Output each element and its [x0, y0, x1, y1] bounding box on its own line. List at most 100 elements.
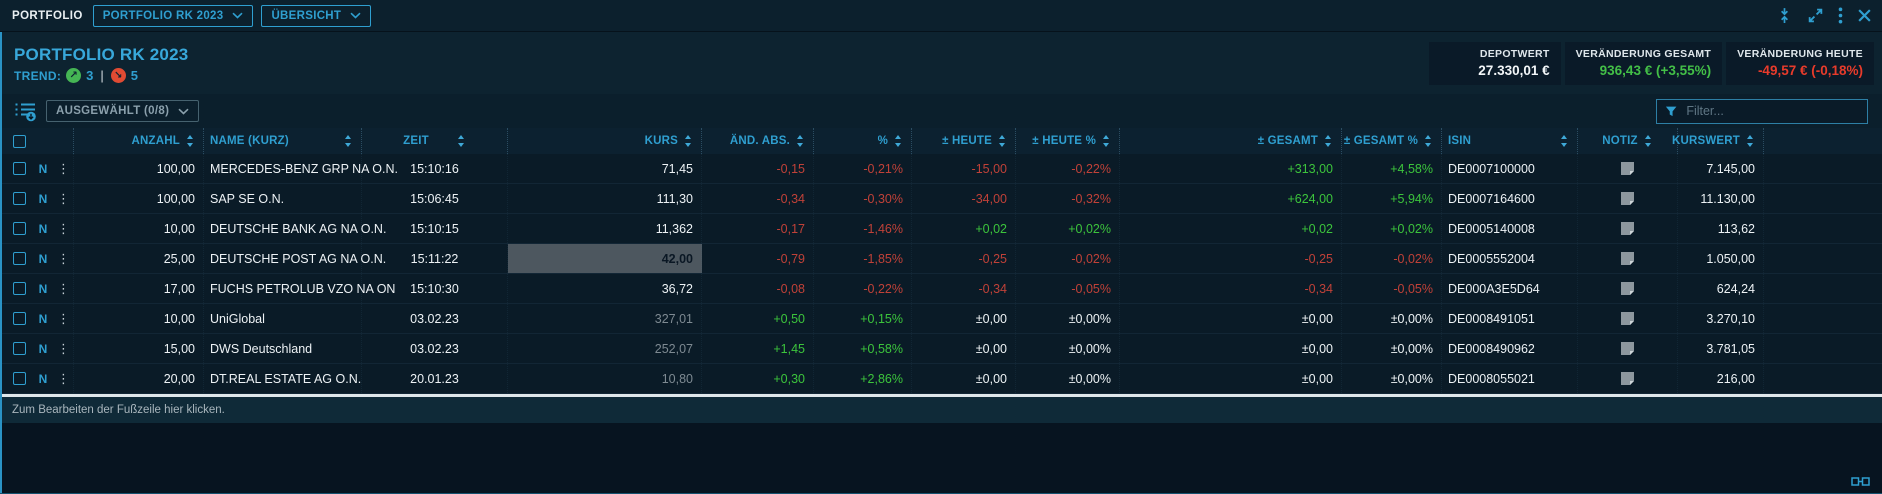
note-icon[interactable] — [1578, 244, 1678, 273]
column-header-anzahl[interactable]: ANZAHL — [74, 128, 204, 154]
linked-windows-icon[interactable] — [1851, 476, 1870, 487]
row-menu-button[interactable]: ⋮ — [48, 244, 74, 273]
cell-anzahl: 100,00 — [74, 154, 204, 183]
news-badge: N — [32, 184, 48, 213]
column-header-isin[interactable]: ISIN — [1442, 128, 1578, 154]
column-header-kurswert[interactable]: KURSWERT — [1678, 128, 1764, 154]
cell-kurs: 111,30 — [508, 184, 702, 213]
cell-zeit: 03.02.23 — [362, 304, 508, 333]
row-checkbox[interactable] — [13, 192, 26, 205]
column-header-label: ÄND. ABS. — [730, 135, 790, 147]
column-header-gesamt[interactable]: ± GESAMT — [1120, 128, 1342, 154]
column-header-label: KURS — [645, 135, 678, 147]
cell-gesamt: +313,00 — [1120, 154, 1342, 183]
cell-spacer — [1764, 184, 1882, 213]
selected-dropdown[interactable]: AUSGEWÄHLT (0/8) — [46, 100, 199, 122]
note-icon[interactable] — [1578, 184, 1678, 213]
row-menu-button[interactable]: ⋮ — [48, 274, 74, 303]
column-header-sel[interactable] — [2, 128, 32, 154]
row-menu-button[interactable]: ⋮ — [48, 154, 74, 183]
collapse-icon[interactable] — [1776, 7, 1793, 24]
table-row[interactable]: N⋮20,00DT.REAL ESTATE AG O.N.20.01.2310,… — [2, 364, 1882, 394]
view-select[interactable]: ÜBERSICHT — [261, 5, 371, 27]
column-header-pct[interactable]: % — [814, 128, 912, 154]
cell-name: DT.REAL ESTATE AG O.N. — [204, 364, 362, 393]
cell-heute: -34,00 — [912, 184, 1016, 213]
note-icon-glyph — [1621, 312, 1634, 325]
note-icon[interactable] — [1578, 334, 1678, 363]
column-header-heute[interactable]: ± HEUTE — [912, 128, 1016, 154]
cell-sel — [2, 304, 32, 333]
trend-summary: TREND: ↗ 3 | ↘ 5 — [14, 68, 188, 83]
filter-input[interactable] — [1684, 103, 1859, 119]
row-menu-button[interactable]: ⋮ — [48, 364, 74, 393]
column-header-aend_abs[interactable]: ÄND. ABS. — [702, 128, 814, 154]
cell-gesamt_pct: +4,58% — [1342, 154, 1442, 183]
table-row[interactable]: N⋮10,00DEUTSCHE BANK AG NA O.N.15:10:151… — [2, 214, 1882, 244]
stat-veraenderung-heute: VERÄNDERUNG HEUTE -49,57 € (-0,18%) — [1726, 42, 1874, 85]
overflow-menu-icon[interactable] — [1838, 7, 1843, 24]
note-icon[interactable] — [1578, 214, 1678, 243]
note-icon[interactable] — [1578, 154, 1678, 183]
table-row[interactable]: N⋮15,00DWS Deutschland03.02.23252,07+1,4… — [2, 334, 1882, 364]
note-icon[interactable] — [1578, 304, 1678, 333]
cell-spacer — [1764, 154, 1882, 183]
cell-gesamt_pct: ±0,00% — [1342, 334, 1442, 363]
table-row[interactable]: N⋮10,00UniGlobal03.02.23327,01+0,50+0,15… — [2, 304, 1882, 334]
cell-aend_abs: -0,17 — [702, 214, 814, 243]
row-menu-button[interactable]: ⋮ — [48, 304, 74, 333]
selection-list-icon[interactable] — [14, 101, 37, 122]
cell-gesamt_pct: -0,05% — [1342, 274, 1442, 303]
cell-spacer — [1764, 364, 1882, 393]
sort-icon — [1644, 135, 1653, 147]
news-badge: N — [32, 154, 48, 183]
trend-up-icon: ↗ — [66, 68, 81, 83]
row-checkbox[interactable] — [13, 252, 26, 265]
cell-pct: +0,15% — [814, 304, 912, 333]
column-header-name[interactable]: NAME (KURZ) — [204, 128, 362, 154]
trend-label: TREND: — [14, 69, 61, 83]
stat-label: DEPOTWERT — [1440, 48, 1550, 60]
cell-sel — [2, 154, 32, 183]
column-header-gesamt_pct[interactable]: ± GESAMT % — [1342, 128, 1442, 154]
column-header-kurs[interactable]: KURS — [508, 128, 702, 154]
row-checkbox[interactable] — [13, 312, 26, 325]
cell-heute: -0,25 — [912, 244, 1016, 273]
row-checkbox[interactable] — [13, 162, 26, 175]
expand-icon[interactable] — [1807, 7, 1824, 24]
row-checkbox[interactable] — [13, 372, 26, 385]
cell-pct: -1,46% — [814, 214, 912, 243]
window-title: PORTFOLIO — [12, 10, 83, 22]
note-icon[interactable] — [1578, 364, 1678, 393]
cell-heute_pct: ±0,00% — [1016, 364, 1120, 393]
column-header-heute_pct[interactable]: ± HEUTE % — [1016, 128, 1120, 154]
footer-edit-hint[interactable]: Zum Bearbeiten der Fußzeile hier klicken… — [2, 397, 1882, 423]
note-icon[interactable] — [1578, 274, 1678, 303]
stat-value: -49,57 € (-0,18%) — [1737, 63, 1863, 78]
table-row[interactable]: N⋮25,00DEUTSCHE POST AG NA O.N.15:11:224… — [2, 244, 1882, 274]
cell-kurswert: 113,62 — [1678, 214, 1764, 243]
row-checkbox[interactable] — [13, 282, 26, 295]
column-header-zeit[interactable]: ZEIT — [362, 128, 508, 154]
row-menu-button[interactable]: ⋮ — [48, 184, 74, 213]
row-checkbox[interactable] — [13, 342, 26, 355]
note-icon-glyph — [1621, 252, 1634, 265]
cell-heute_pct: +0,02% — [1016, 214, 1120, 243]
close-icon[interactable] — [1857, 8, 1872, 23]
row-menu-button[interactable]: ⋮ — [48, 334, 74, 363]
column-header-notiz[interactable]: NOTIZ — [1578, 128, 1678, 154]
cell-gesamt: ±0,00 — [1120, 304, 1342, 333]
table-row[interactable]: N⋮100,00SAP SE O.N.15:06:45111,30-0,34-0… — [2, 184, 1882, 214]
cell-spacer — [1764, 334, 1882, 363]
cell-gesamt_pct: +0,02% — [1342, 214, 1442, 243]
table-row[interactable]: N⋮100,00MERCEDES-BENZ GRP NA O.N.15:10:1… — [2, 154, 1882, 184]
select-all-checkbox[interactable] — [13, 135, 26, 148]
cell-isin: DE0007164600 — [1442, 184, 1578, 213]
row-checkbox[interactable] — [13, 222, 26, 235]
cell-zeit: 15:10:16 — [362, 154, 508, 183]
row-menu-button[interactable]: ⋮ — [48, 214, 74, 243]
portfolio-select[interactable]: PORTFOLIO RK 2023 — [93, 5, 254, 27]
cell-aend_abs: -0,15 — [702, 154, 814, 183]
table-row[interactable]: N⋮17,00FUCHS PETROLUB VZO NA ON15:10:303… — [2, 274, 1882, 304]
cell-isin: DE000A3E5D64 — [1442, 274, 1578, 303]
